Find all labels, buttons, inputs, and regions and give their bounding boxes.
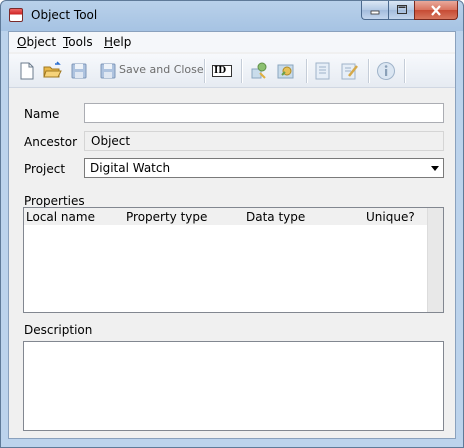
open-button[interactable]: [42, 61, 62, 81]
add-property-button[interactable]: [249, 61, 269, 81]
project-label: Project: [24, 162, 66, 176]
title-bar[interactable]: Object Tool: [1, 1, 463, 31]
list-document-icon: [315, 62, 330, 80]
project-select[interactable]: Digital Watch: [84, 158, 444, 178]
chevron-down-icon[interactable]: [431, 166, 439, 171]
open-folder-icon: [43, 61, 62, 78]
properties-grid[interactable]: Local name Property type Data type Uniqu…: [23, 207, 444, 313]
description-label: Description: [24, 323, 93, 337]
toolbar: Save and Close ID: [9, 54, 455, 88]
toolbar-separator: [368, 59, 370, 83]
new-button[interactable]: [17, 61, 37, 81]
properties-label: Properties: [24, 194, 85, 208]
id-icon-label: ID: [214, 66, 227, 76]
app-icon: [9, 8, 23, 22]
caption-buttons: [361, 1, 458, 21]
ancestor-field: Object: [84, 131, 444, 151]
object-tool-window: Object Tool Object Tools Help Save and C…: [0, 0, 464, 448]
description-textarea[interactable]: [23, 341, 444, 431]
list-button[interactable]: [312, 61, 332, 81]
client-area: Object Tools Help Save and Close ID Name…: [8, 31, 456, 439]
column-header-data-type[interactable]: Data type: [246, 210, 305, 224]
maximize-icon: [396, 5, 407, 14]
save-button[interactable]: [69, 61, 89, 81]
toolbar-separator: [241, 59, 243, 83]
close-button[interactable]: [414, 1, 458, 20]
column-header-property-type[interactable]: Property type: [126, 210, 207, 224]
minimize-button[interactable]: [361, 1, 388, 20]
column-header-local-name[interactable]: Local name: [26, 210, 95, 224]
properties-scrollbar[interactable]: [427, 208, 443, 312]
save-close-icon: [100, 63, 116, 79]
edit-property-icon: [277, 64, 294, 79]
save-disk-icon: [71, 63, 87, 79]
edit-document-button[interactable]: [339, 61, 359, 81]
toolbar-separator: [204, 59, 206, 83]
edit-property-button[interactable]: [276, 61, 296, 81]
toolbar-separator: [306, 59, 308, 83]
column-header-unique[interactable]: Unique?: [366, 210, 415, 224]
grid-header: Local name Property type Data type Uniqu…: [24, 208, 443, 225]
save-close-icon-button[interactable]: [98, 61, 118, 81]
save-and-close-button[interactable]: Save and Close: [119, 63, 204, 76]
info-button[interactable]: [376, 61, 396, 81]
maximize-button[interactable]: [388, 1, 414, 20]
minimize-icon: [370, 10, 380, 15]
window-title: Object Tool: [31, 8, 98, 22]
menu-help[interactable]: Help: [104, 35, 131, 49]
name-input[interactable]: [84, 103, 444, 123]
menu-bar: Object Tools Help: [9, 32, 455, 52]
project-value: Digital Watch: [90, 161, 171, 175]
menu-tools[interactable]: Tools: [63, 35, 93, 49]
close-icon: [431, 4, 441, 16]
edit-document-icon: [341, 63, 358, 80]
id-button[interactable]: ID: [211, 61, 233, 81]
info-icon: [377, 62, 395, 80]
name-label: Name: [24, 107, 60, 121]
new-document-icon: [20, 62, 34, 80]
add-property-icon: [251, 62, 267, 79]
toolbar-separator: [404, 59, 406, 83]
ancestor-label: Ancestor: [24, 135, 78, 149]
menu-object[interactable]: Object: [17, 35, 56, 49]
